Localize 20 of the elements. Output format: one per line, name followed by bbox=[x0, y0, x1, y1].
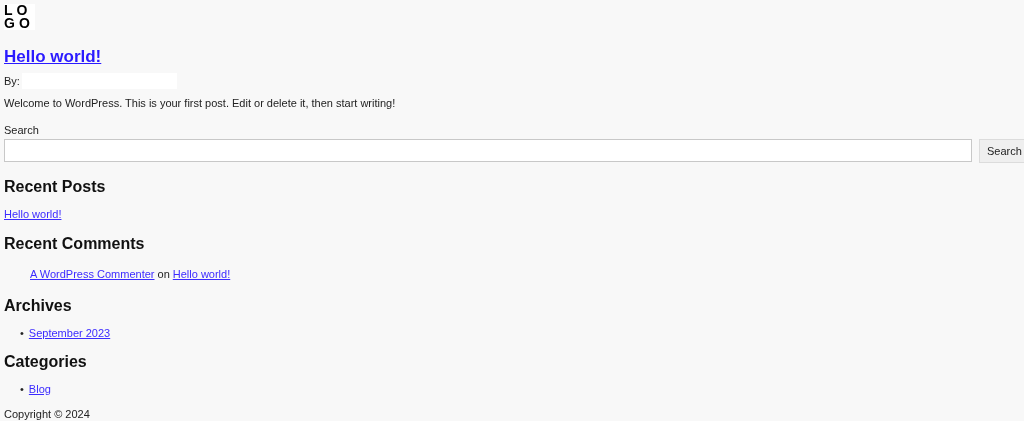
archive-link[interactable]: September 2023 bbox=[28, 325, 111, 342]
bullet: • bbox=[20, 326, 24, 341]
widget-heading: Recent Posts bbox=[4, 177, 107, 197]
logo[interactable]: LO GO bbox=[4, 4, 35, 30]
widget-heading: Recent Comments bbox=[4, 233, 146, 254]
category-link[interactable]: Blog bbox=[28, 380, 51, 397]
post-title-link[interactable]: Hello world! bbox=[4, 47, 102, 67]
bullet: • bbox=[20, 381, 24, 397]
comment-post-link[interactable]: Hello world! bbox=[172, 265, 231, 282]
recent-post-link[interactable]: Hello world! bbox=[4, 208, 62, 220]
byline: By: bbox=[4, 73, 20, 89]
search-label: Search bbox=[4, 122, 40, 138]
post-excerpt: Welcome to WordPress. This is your first post. Edit or delete it, then start writing! bbox=[4, 96, 397, 111]
widget-heading: Archives bbox=[4, 296, 73, 316]
widget-heading: Categories bbox=[4, 351, 88, 372]
search-button[interactable]: Search bbox=[979, 139, 1024, 163]
copyright-text: Copyright © 2024 bbox=[4, 407, 90, 421]
search-field[interactable] bbox=[4, 139, 972, 162]
comment-author-link[interactable]: A WordPress Commenter bbox=[30, 265, 155, 282]
comment-joiner: on bbox=[157, 266, 170, 282]
